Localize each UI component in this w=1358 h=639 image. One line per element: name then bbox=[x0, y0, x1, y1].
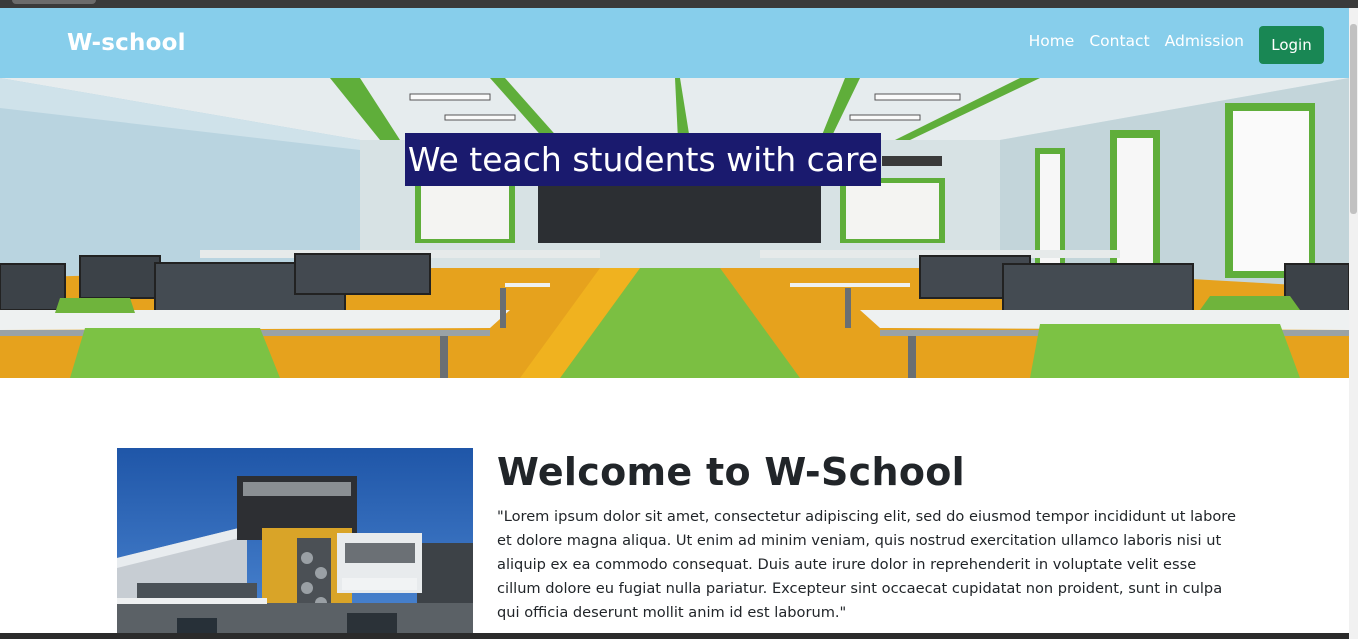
hero-caption: We teach students with care bbox=[405, 133, 881, 186]
browser-tab[interactable] bbox=[12, 0, 96, 4]
nav-link-contact[interactable]: Contact bbox=[1089, 32, 1149, 50]
page-scrollbar[interactable] bbox=[1349, 8, 1358, 639]
navbar: W-school Home Contact Admission Login bbox=[0, 8, 1349, 78]
scrollbar-thumb[interactable] bbox=[1350, 24, 1357, 214]
nav-links: Home Contact Admission bbox=[1029, 32, 1244, 50]
brand-logo[interactable]: W-school bbox=[67, 30, 186, 56]
taskbar-edge bbox=[0, 633, 1349, 639]
nav-link-home[interactable]: Home bbox=[1029, 32, 1075, 50]
classroom-image bbox=[0, 78, 1349, 378]
browser-chrome bbox=[0, 0, 1358, 8]
welcome-title: Welcome to W-School bbox=[497, 450, 965, 494]
hero-banner: We teach students with care bbox=[0, 78, 1349, 378]
login-button[interactable]: Login bbox=[1259, 26, 1324, 64]
welcome-paragraph: "Lorem ipsum dolor sit amet, consectetur… bbox=[497, 508, 1236, 621]
nav-link-admission[interactable]: Admission bbox=[1165, 32, 1244, 50]
school-building-image bbox=[117, 448, 473, 639]
